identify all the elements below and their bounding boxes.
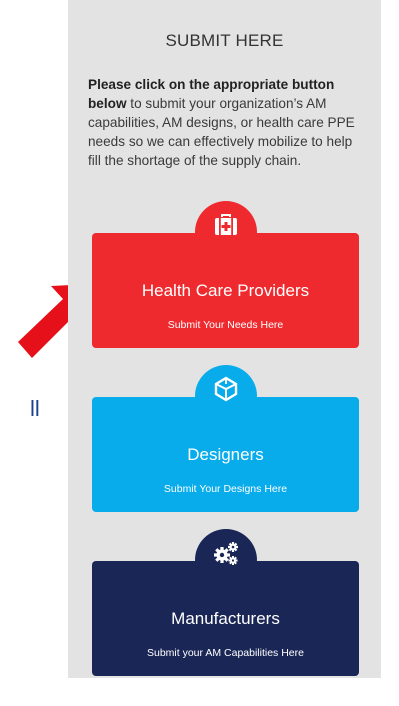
card-title: Manufacturers bbox=[171, 609, 280, 628]
card-title: Health Care Providers bbox=[141, 281, 310, 300]
cube-design-icon bbox=[214, 376, 237, 402]
medical-kit-icon bbox=[214, 214, 237, 235]
health-care-badge bbox=[194, 201, 257, 263]
card-subtitle: Submit your AM Capabilities Here bbox=[147, 647, 304, 659]
submit-panel: SUBMIT HERE Please click on the appropri… bbox=[68, 0, 381, 678]
intro-text: Please click on the appropriate button b… bbox=[88, 75, 363, 170]
partial-text: ll bbox=[30, 396, 40, 421]
intro-rest: to submit your organization’s AM capabil… bbox=[88, 96, 355, 168]
health-care-providers-button[interactable]: Health Care Providers Submit Your Needs … bbox=[92, 201, 359, 348]
card-subtitle: Submit Your Designs Here bbox=[163, 483, 288, 495]
panel-title: SUBMIT HERE bbox=[165, 31, 284, 50]
designers-button[interactable]: Designers Submit Your Designs Here bbox=[92, 365, 359, 512]
card-subtitle: Submit Your Needs Here bbox=[167, 319, 284, 331]
card-title: Designers bbox=[187, 445, 264, 464]
designers-badge bbox=[194, 365, 257, 427]
gears-icon bbox=[213, 542, 238, 565]
manufacturers-badge bbox=[194, 529, 257, 591]
manufacturers-button[interactable]: Manufacturers Submit your AM Capabilitie… bbox=[92, 529, 359, 676]
